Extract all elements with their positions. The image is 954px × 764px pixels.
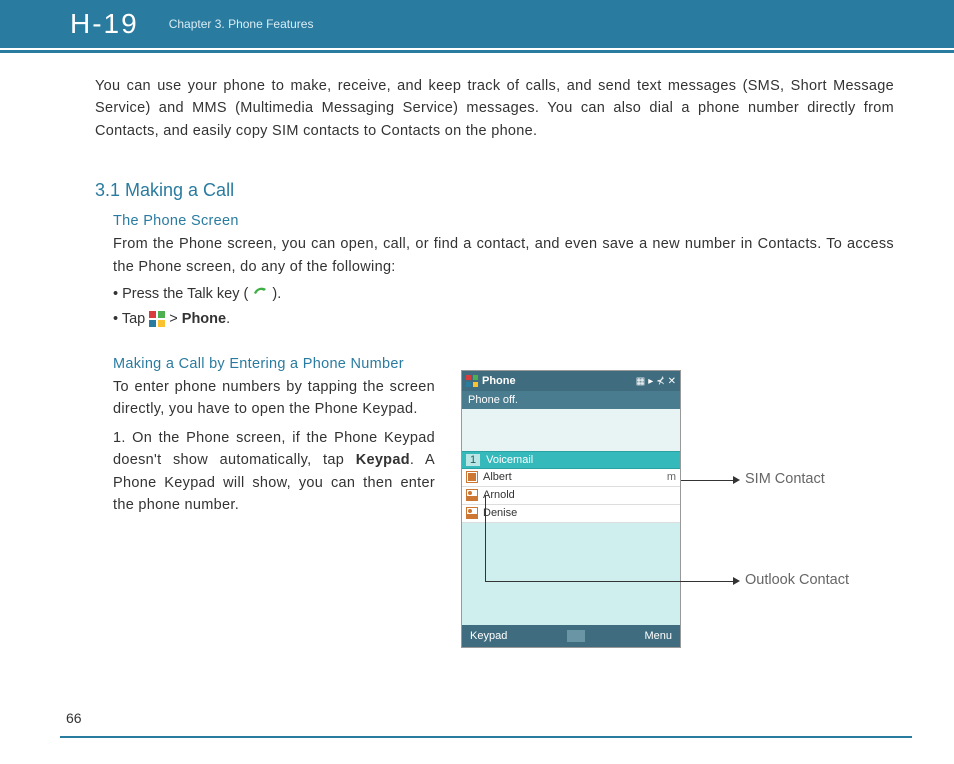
intro-paragraph: You can use your phone to make, receive,… [95,75,894,142]
phone-illustration-area: Phone ▦▸⊀✕ Phone off. 1 Voicemail Albert… [455,356,894,517]
outlook-contact-icon [466,507,478,519]
talk-key-icon [252,282,268,307]
page-header: H-19 Chapter 3. Phone Features [0,0,954,48]
page-number: 66 [66,710,82,726]
contact-row-outlook: Arnold [462,487,680,505]
section-title: 3.1 Making a Call [95,180,894,201]
callout-sim-label: SIM Contact [745,471,825,487]
voicemail-label: Voicemail [486,454,533,466]
contact-name: Arnold [483,489,515,501]
subsection-entering-number-title: Making a Call by Entering a Phone Number [113,356,435,372]
subsection-phone-screen-body: From the Phone screen, you can open, cal… [113,233,894,278]
callout-arrow [681,480,737,481]
bullet-talk-key: • Press the Talk key ( ). [113,282,894,307]
softkey-center-icon [567,630,585,642]
step-1: 1. On the Phone screen, if the Phone Key… [113,427,435,517]
callout-arrow [485,581,737,582]
bullet-tap-phone: • Tap > Phone. [113,307,894,332]
softkey-right: Menu [644,630,672,642]
outlook-contact-icon [466,489,478,501]
phone-display-area [462,409,680,451]
windows-start-icon [149,311,165,327]
callout-outlook-label: Outlook Contact [745,572,849,588]
chapter-title: Chapter 3. Phone Features [169,17,314,31]
phone-status-line: Phone off. [462,391,680,409]
contact-row-outlook: Denise [462,505,680,523]
softkey-left: Keypad [470,630,507,642]
arrowhead-icon [733,476,740,484]
phone-voicemail-row: 1 Voicemail [462,451,680,469]
phone-titlebar: Phone ▦▸⊀✕ [462,371,680,391]
phone-screenshot: Phone ▦▸⊀✕ Phone off. 1 Voicemail Albert… [461,370,681,648]
contact-name: Denise [483,507,517,519]
bullet-list: • Press the Talk key ( ). • Tap > Phone. [113,282,894,331]
status-tray-icons: ▦▸⊀✕ [633,375,676,387]
callout-line [485,496,486,581]
arrowhead-icon [733,577,740,585]
windows-start-icon [466,375,478,387]
voicemail-number: 1 [466,454,480,466]
phone-app-title: Phone [482,375,516,387]
contact-row-sim: Albert m [462,469,680,487]
phone-softkey-bar: Keypad Menu [462,625,680,647]
sim-contact-icon [466,471,478,483]
subsection-entering-number-body: To enter phone numbers by tapping the sc… [113,376,435,421]
contact-name: Albert [483,471,512,483]
footer-accent-line [60,736,912,738]
phone-list-bg [462,523,680,625]
brand-logo: H-19 [70,8,139,40]
subsection-phone-screen-title: The Phone Screen [113,213,894,229]
